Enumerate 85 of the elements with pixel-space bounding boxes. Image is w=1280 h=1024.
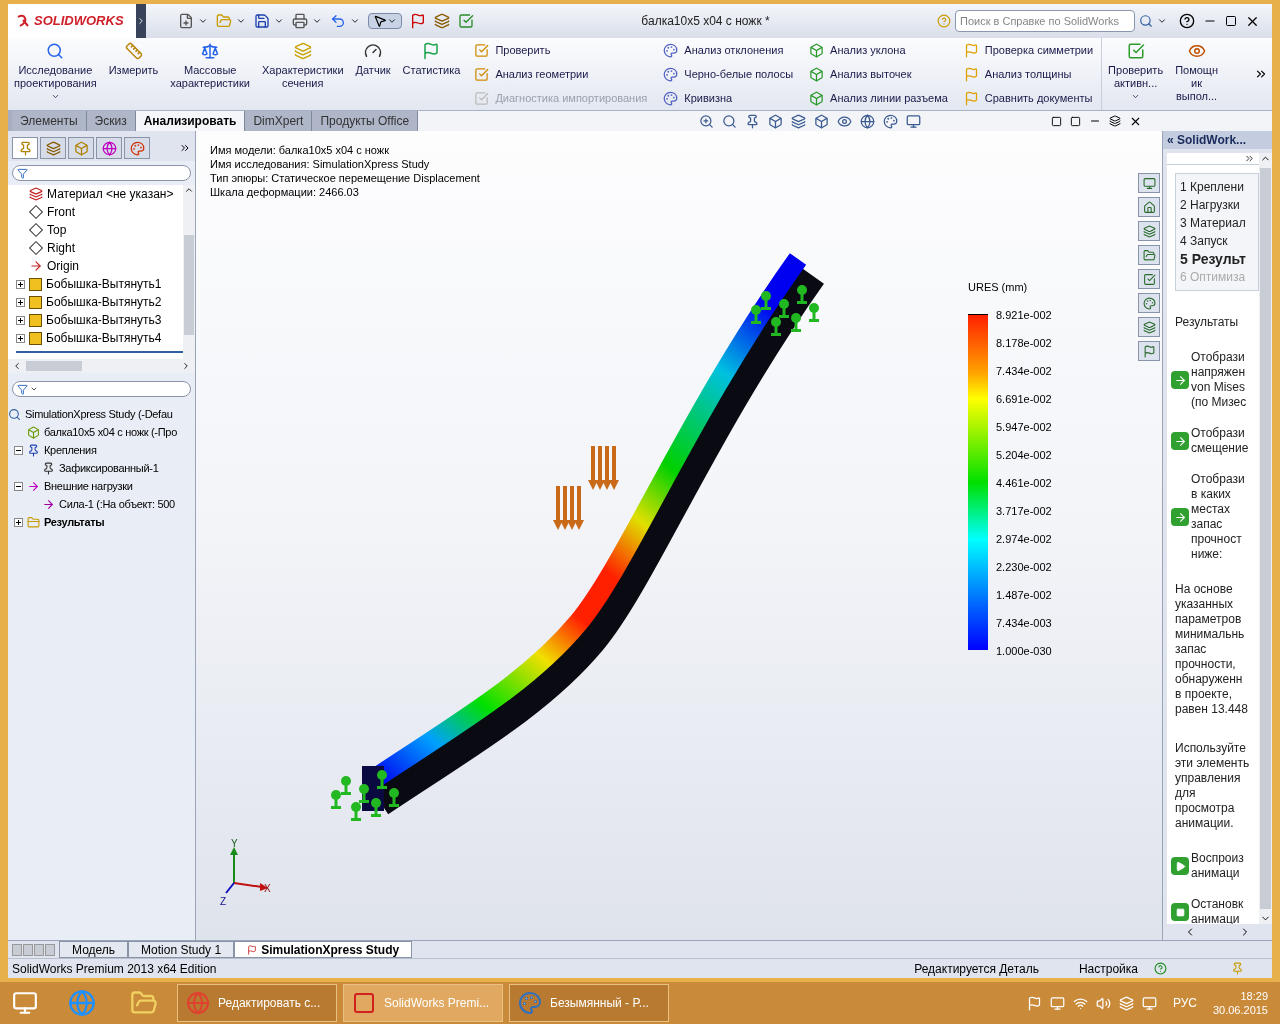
tree-item[interactable]: Результаты bbox=[44, 513, 105, 531]
legend-value: 8.178e-002 bbox=[996, 335, 1052, 351]
legend-value: 1.000e-030 bbox=[996, 643, 1052, 659]
legend-value: 6.691e-002 bbox=[996, 391, 1052, 407]
ribbon-command[interactable]: Анализ геометрии bbox=[474, 65, 648, 83]
ribbon-button[interactable]: Статистика bbox=[396, 38, 467, 77]
ribbon-command[interactable]: Проверить bbox=[474, 41, 648, 59]
ribbon-button[interactable]: Измерить bbox=[102, 38, 165, 77]
tree-item[interactable]: Бобышка-Вытянуть3 bbox=[46, 311, 162, 329]
action-link[interactable]: Отобрази смещение bbox=[1191, 426, 1249, 456]
search-field[interactable]: Поиск в Справке по SolidWorks bbox=[955, 10, 1135, 32]
tree-item[interactable]: Бобышка-Вытянуть4 bbox=[46, 329, 162, 347]
legend-value: 8.921e-002 bbox=[996, 307, 1052, 323]
ribbon-command[interactable]: Кривизна bbox=[663, 89, 794, 107]
tree-item[interactable]: Right bbox=[47, 239, 75, 257]
command-tab[interactable]: Элементы bbox=[12, 111, 87, 131]
model-tab[interactable]: SimulationXpress Study bbox=[234, 941, 413, 958]
ribbon-command[interactable]: Черно-белые полосы bbox=[663, 65, 794, 83]
tree-item[interactable]: Origin bbox=[47, 257, 79, 275]
model-info-text: Имя модели: балка10x5 x04 с ножк bbox=[210, 143, 391, 157]
ribbon-command[interactable]: Анализ линии разъема bbox=[809, 89, 948, 107]
tree-item[interactable]: Материал <не указан> bbox=[47, 185, 174, 203]
command-tab[interactable]: Продукты Office bbox=[312, 111, 419, 131]
legend-value: 1.487e-002 bbox=[996, 587, 1052, 603]
ribbon-command[interactable]: Анализ уклона bbox=[809, 41, 948, 59]
tree-item[interactable]: Бобышка-Вытянуть1 bbox=[46, 275, 162, 293]
ribbon-command[interactable]: Проверка симметрии bbox=[963, 41, 1094, 59]
status-text: Редактируется Деталь bbox=[914, 960, 1039, 978]
task-pane-title: « SolidWork... bbox=[1163, 131, 1272, 149]
status-text: SolidWorks Premium 2013 x64 Edition bbox=[12, 960, 217, 978]
ribbon-command[interactable]: Анализ толщины bbox=[963, 65, 1094, 83]
command-tab[interactable]: DimXpert bbox=[245, 111, 313, 131]
command-tab[interactable]: Эскиз bbox=[86, 111, 136, 131]
tree-item[interactable]: Top bbox=[47, 221, 67, 239]
ribbon-button[interactable]: Проверить активн... bbox=[1102, 38, 1170, 101]
ribbon-button[interactable]: Датчик bbox=[349, 38, 397, 77]
ribbon-button[interactable]: Характеристики сечения bbox=[255, 38, 350, 90]
window-title: балка10x5 x04 с ножк * bbox=[640, 13, 771, 30]
tree-item[interactable]: Front bbox=[47, 203, 75, 221]
settings-menu[interactable]: Настройка bbox=[1078, 959, 1138, 978]
ribbon-button[interactable]: Помощн ик выпол... bbox=[1169, 38, 1224, 103]
command-tab[interactable]: Анализировать bbox=[135, 111, 246, 131]
ribbon-command[interactable]: Анализ выточек bbox=[809, 65, 948, 83]
tree-item[interactable]: Крепления bbox=[44, 441, 97, 459]
tree-item[interactable]: Внешние нагрузки bbox=[44, 477, 133, 495]
ribbon-command[interactable]: Сравнить документы bbox=[963, 89, 1094, 107]
ribbon-command[interactable]: Анализ отклонения bbox=[663, 41, 794, 59]
model-tab[interactable]: Модель bbox=[59, 941, 129, 958]
wizard-step[interactable]: 5 Результ bbox=[1176, 250, 1258, 268]
action-link[interactable]: Отобрази в каких местах запас прочност ниже: bbox=[1191, 472, 1245, 562]
model-info-text: Тип эпюры: Статическое перемещение Displacement bbox=[210, 171, 480, 185]
legend-title: URES (mm) bbox=[968, 280, 1029, 295]
wizard-step[interactable]: 4 Запуск bbox=[1176, 232, 1258, 250]
legend-value: 5.204e-002 bbox=[996, 447, 1052, 463]
ribbon-button[interactable]: Массовые характеристики bbox=[164, 38, 256, 90]
taskbar-app[interactable]: Редактировать с... bbox=[177, 984, 337, 1022]
ribbon-button[interactable]: Исследование проектирования bbox=[8, 38, 103, 101]
legend-value: 7.434e-002 bbox=[996, 363, 1052, 379]
model-tab[interactable]: Motion Study 1 bbox=[128, 941, 235, 958]
model-info-text: Имя исследования: SimulationXpress Study bbox=[210, 157, 431, 171]
section-heading: Результаты bbox=[1174, 315, 1240, 330]
legend-value: 5.947e-002 bbox=[996, 419, 1052, 435]
legend-value: 2.230e-002 bbox=[996, 559, 1052, 575]
legend-value: 7.434e-003 bbox=[996, 615, 1052, 631]
taskbar-app[interactable]: Безымянный - P... bbox=[509, 984, 669, 1022]
wizard-step[interactable]: 3 Материал bbox=[1176, 214, 1258, 232]
model-info-text: Шкала деформации: 2466.03 bbox=[210, 185, 360, 199]
tree-item[interactable]: балка10x5 x04 с ножк (-Про bbox=[44, 423, 177, 441]
axis-label: Z bbox=[220, 895, 227, 909]
wizard-step[interactable]: 1 Креплени bbox=[1176, 178, 1258, 196]
legend-value: 2.974e-002 bbox=[996, 531, 1052, 547]
action-link[interactable]: Воспроиз анимаци bbox=[1191, 851, 1244, 881]
tree-item[interactable]: Сила-1 (:На объект: 500 bbox=[59, 495, 175, 513]
action-link[interactable]: Отобрази напряжен von Mises (по Мизес bbox=[1191, 350, 1247, 410]
tree-item[interactable]: Зафиксированный-1 bbox=[59, 459, 159, 477]
wizard-step[interactable]: 2 Нагрузки bbox=[1176, 196, 1258, 214]
tree-item[interactable]: SimulationXpress Study (-Defau bbox=[25, 405, 173, 423]
tree-item[interactable]: Бобышка-Вытянуть2 bbox=[46, 293, 162, 311]
info-paragraph: Используйте эти элементь управления для просмотра анимации. bbox=[1174, 741, 1251, 831]
app-logo: SOLIDWORKS bbox=[8, 4, 136, 38]
axis-label: X bbox=[264, 882, 271, 896]
info-paragraph: На основе указанных параметров минимальнь запас прочности, обнаруженн в проекте, равен 13.448 bbox=[1174, 582, 1249, 717]
legend-value: 3.717e-002 bbox=[996, 503, 1052, 519]
axis-label: Y bbox=[231, 837, 238, 851]
legend-value: 4.461e-002 bbox=[996, 475, 1052, 491]
